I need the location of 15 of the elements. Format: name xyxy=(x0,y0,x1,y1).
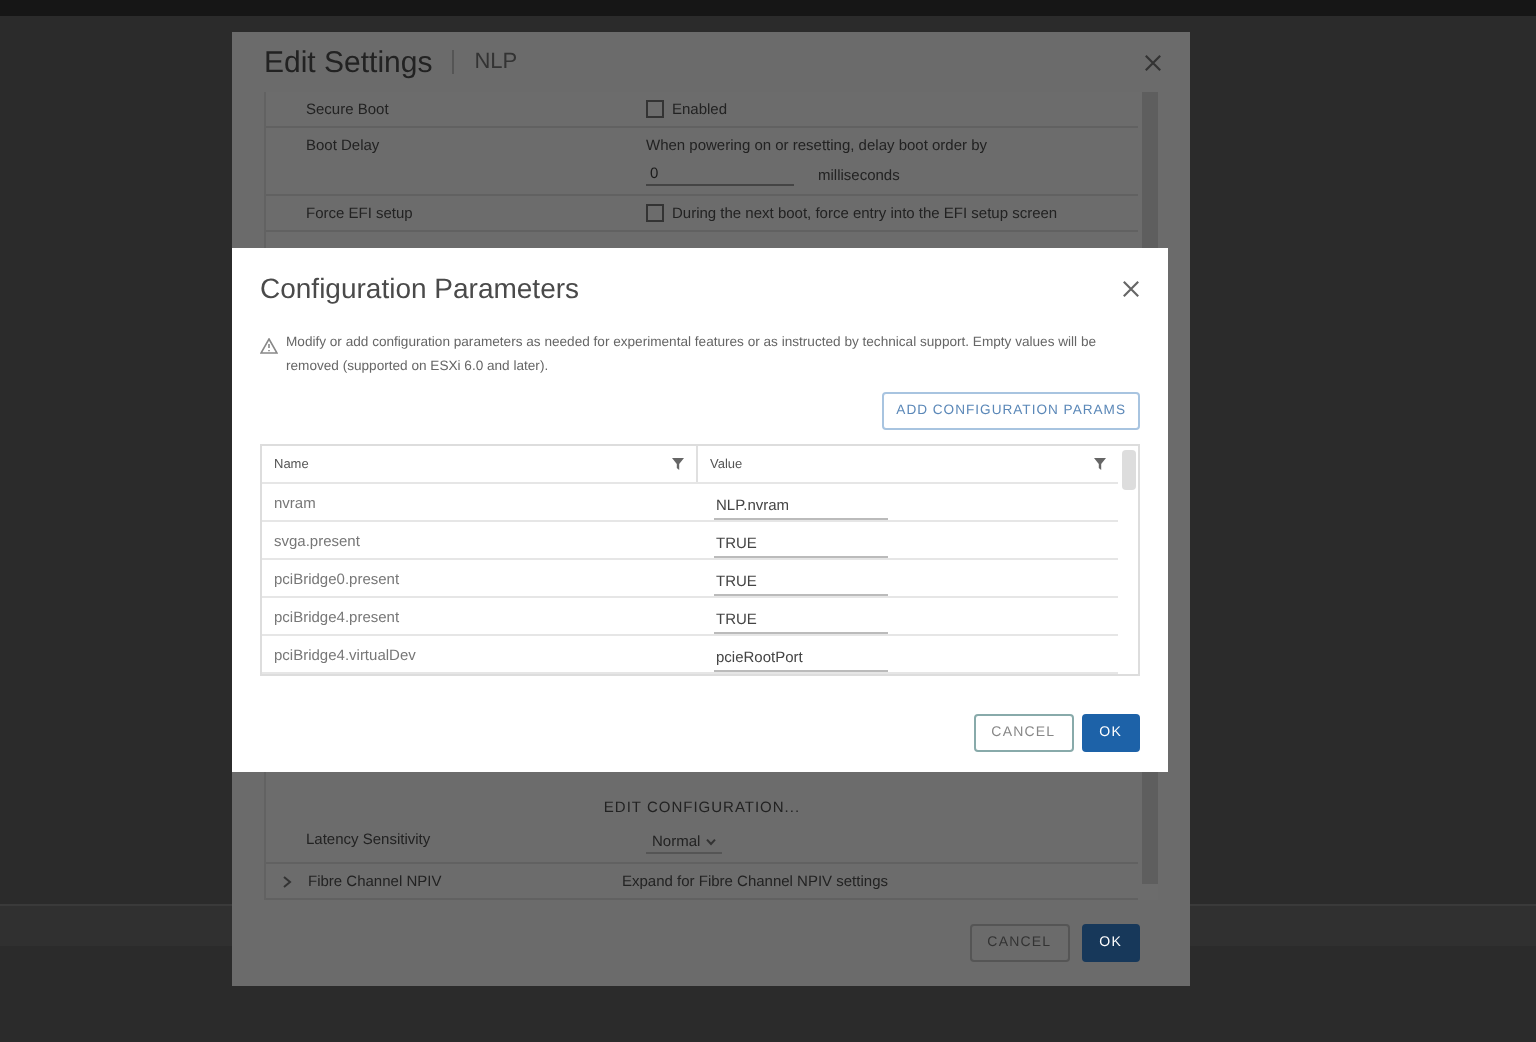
dialog-title: Edit Settings xyxy=(264,45,433,79)
close-button[interactable] xyxy=(1144,53,1162,71)
checkbox[interactable] xyxy=(646,100,664,118)
dialog-subtitle: NLP xyxy=(452,50,518,74)
checkbox[interactable] xyxy=(646,204,664,222)
scrollbar-thumb[interactable] xyxy=(1122,450,1136,490)
warning-icon xyxy=(260,338,278,354)
dialog-title: Configuration Parameters xyxy=(260,272,580,304)
chevron-down-icon xyxy=(706,837,717,845)
filter-icon xyxy=(1094,458,1106,470)
close-icon xyxy=(1122,279,1140,297)
close-button[interactable] xyxy=(1122,279,1140,297)
chevron-right-icon[interactable] xyxy=(282,875,292,887)
filter-icon xyxy=(672,458,684,470)
close-icon xyxy=(1144,53,1162,71)
